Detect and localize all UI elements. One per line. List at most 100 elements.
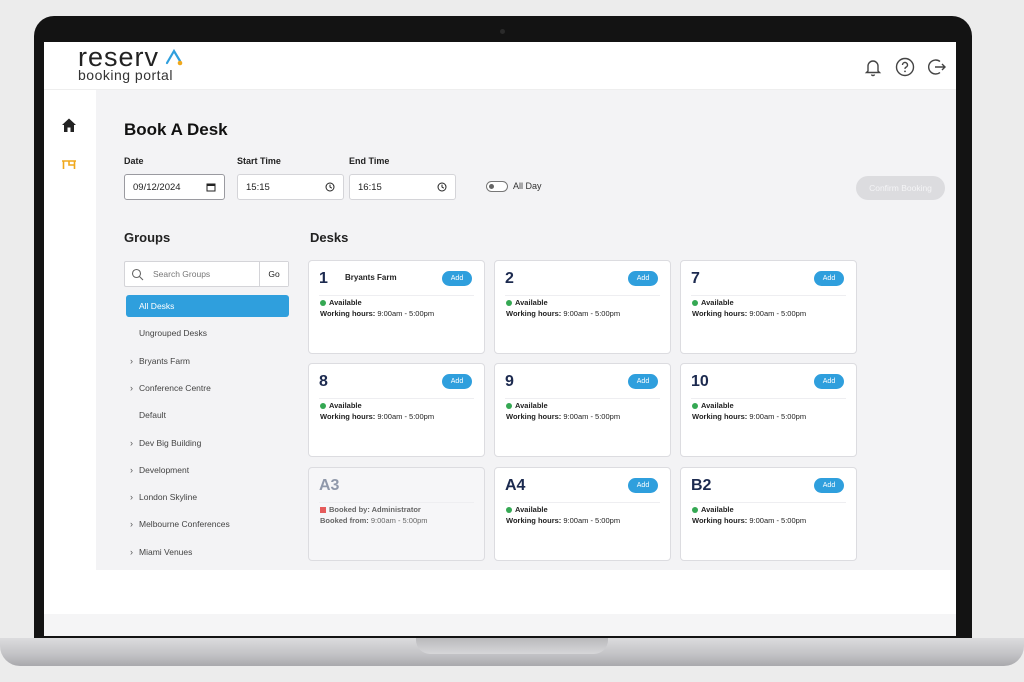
clock-icon[interactable]	[437, 182, 447, 192]
date-value: 09/12/2024	[133, 181, 181, 193]
working-hours-value: 9:00am - 5:00pm	[377, 309, 435, 318]
group-item[interactable]: Default	[126, 404, 289, 426]
page-title: Book A Desk	[124, 120, 228, 139]
add-desk-button[interactable]: Add	[442, 271, 472, 286]
desk-card[interactable]: A4 Add Available Working hours: 9:00am - 5:…	[494, 467, 671, 561]
working-hours-value: 9:00am - 5:00pm	[563, 516, 621, 525]
chevron-right-icon[interactable]: ›	[130, 383, 136, 393]
clock-icon[interactable]	[325, 182, 335, 192]
add-desk-button[interactable]: Add	[628, 478, 658, 493]
search-groups-input[interactable]	[153, 262, 258, 286]
available-indicator	[506, 402, 512, 409]
chevron-right-icon[interactable]: ›	[130, 438, 136, 448]
desk-card[interactable]: 1 Bryants Farm Add Available Working hours: …	[308, 260, 485, 354]
working-hours: Working hours: 9:00am - 5:00pm	[692, 412, 806, 421]
group-item-label: Dev Big Building	[139, 437, 202, 448]
desk-number: 10	[691, 373, 709, 390]
available-status: Available	[506, 401, 548, 410]
available-indicator	[692, 506, 698, 513]
available-status: Available	[506, 505, 548, 514]
add-desk-button[interactable]: Add	[814, 374, 844, 389]
working-hours-value: 9:00am - 5:00pm	[377, 412, 435, 421]
booked-by-text: Booked by: Administrator	[329, 505, 421, 514]
group-item[interactable]: › Dev Big Building	[126, 432, 289, 454]
group-item[interactable]: › London Skyline	[126, 486, 289, 508]
add-desk-button[interactable]: Add	[442, 374, 472, 389]
chevron-right-icon[interactable]: ›	[130, 492, 136, 502]
start-time-value: 15:15	[246, 181, 270, 193]
desk-card[interactable]: 2 Add Available Working hours: 9:00am - 5:0…	[494, 260, 671, 354]
desk-card[interactable]: 9 Add Available Working hours: 9:00am - 5:0…	[494, 363, 671, 457]
card-divider	[505, 502, 660, 503]
working-hours-value: 9:00am - 5:00pm	[563, 309, 621, 318]
desk-number: 7	[691, 270, 700, 287]
bell-icon[interactable]	[862, 56, 884, 78]
card-divider	[505, 398, 660, 399]
group-item[interactable]: Ungrouped Desks	[126, 322, 289, 344]
all-day-toggle[interactable]	[486, 181, 508, 192]
desk-number: 9	[505, 373, 514, 390]
desk-icon[interactable]	[60, 156, 78, 174]
working-hours-value: 9:00am - 5:00pm	[749, 516, 807, 525]
available-status: Available	[692, 401, 734, 410]
desk-card[interactable]: 7 Add Available Working hours: 9:00am - 5:0…	[680, 260, 857, 354]
booked-indicator	[320, 506, 326, 513]
sidebar	[44, 90, 96, 570]
card-divider	[691, 398, 846, 399]
desk-card[interactable]: 10 Add Available Working hours: 9:00am - 5:…	[680, 363, 857, 457]
home-icon[interactable]	[60, 116, 78, 134]
logout-icon[interactable]	[926, 56, 948, 78]
end-time-field[interactable]: 16:15	[349, 174, 456, 200]
chevron-right-icon[interactable]: ›	[130, 356, 136, 366]
group-item-label: Conference Centre	[139, 382, 211, 393]
chevron-right-icon[interactable]: ›	[130, 547, 136, 557]
available-text: Available	[515, 505, 548, 514]
booked-from-label: Booked from:	[320, 516, 369, 525]
desk-card[interactable]: A3 Booked by: Administrator Booked from: 9…	[308, 467, 485, 561]
available-indicator	[692, 402, 698, 409]
desk-number: A3	[319, 477, 340, 494]
chevron-right-icon[interactable]: ›	[130, 465, 136, 475]
booked-from-value: 9:00am - 5:00pm	[370, 516, 428, 525]
start-time-field[interactable]: 15:15	[237, 174, 344, 200]
available-status: Available	[320, 401, 362, 410]
group-item[interactable]: All Desks	[126, 295, 289, 317]
help-icon[interactable]	[894, 56, 916, 78]
card-divider	[319, 502, 474, 503]
group-item[interactable]: › Miami Venues	[126, 541, 289, 563]
desks-title: Desks	[310, 230, 349, 245]
add-desk-button[interactable]: Add	[628, 374, 658, 389]
chevron-right-icon[interactable]: ›	[130, 519, 136, 529]
group-item[interactable]: › Bryants Farm	[126, 350, 289, 372]
date-field[interactable]: 09/12/2024	[124, 174, 225, 200]
desk-card[interactable]: 8 Add Available Working hours: 9:00am - 5:0…	[308, 363, 485, 457]
group-item-label: Bryants Farm	[139, 355, 191, 366]
screen: reserv booking portal Book A Desk Date 0…	[44, 42, 956, 614]
card-divider	[691, 502, 846, 503]
working-hours: Working hours: 9:00am - 5:00pm	[320, 309, 434, 318]
group-item[interactable]: › Conference Centre	[126, 377, 289, 399]
groups-title: Groups	[124, 230, 171, 245]
add-desk-button[interactable]: Add	[814, 478, 844, 493]
add-desk-button[interactable]: Add	[814, 271, 844, 286]
group-item[interactable]: › Development	[126, 459, 289, 481]
add-desk-button[interactable]: Add	[628, 271, 658, 286]
working-hours: Working hours: 9:00am - 5:00pm	[320, 412, 434, 421]
confirm-booking-button[interactable]: Confirm Booking	[856, 176, 945, 200]
available-indicator	[692, 299, 698, 306]
go-button[interactable]: Go	[259, 262, 288, 286]
group-item[interactable]: › Melbourne Conferences	[126, 513, 289, 535]
end-time-label: End Time	[349, 156, 390, 166]
desk-number: A4	[505, 477, 526, 494]
available-text: Available	[701, 298, 734, 307]
desk-card[interactable]: B2 Add Available Working hours: 9:00am - 5:…	[680, 467, 857, 561]
calendar-icon[interactable]	[206, 182, 216, 192]
available-text: Available	[329, 401, 362, 410]
card-divider	[691, 295, 846, 296]
group-item-label: Default	[139, 410, 166, 421]
available-status: Available	[320, 298, 362, 307]
available-indicator	[320, 402, 326, 409]
group-item-label: Ungrouped Desks	[139, 328, 208, 339]
app-header: reserv booking portal	[44, 42, 956, 90]
working-hours-value: 9:00am - 5:00pm	[563, 412, 621, 421]
